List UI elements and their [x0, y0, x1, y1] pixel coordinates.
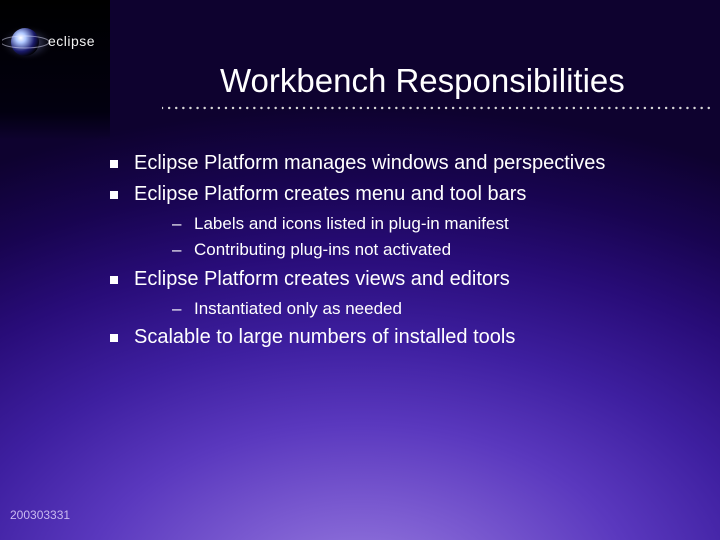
- title-divider: [162, 105, 710, 111]
- bullet-item: Eclipse Platform manages windows and per…: [100, 150, 690, 177]
- bullet-text: Eclipse Platform manages windows and per…: [134, 152, 605, 174]
- bullet-text: Eclipse Platform creates menu and tool b…: [134, 183, 526, 205]
- sub-bullet-item: Labels and icons listed in plug-in manif…: [134, 212, 690, 236]
- bullet-item: Eclipse Platform creates menu and tool b…: [100, 181, 690, 262]
- logo-text: eclipse: [48, 33, 95, 49]
- bullet-item: Eclipse Platform creates views and edito…: [100, 266, 690, 321]
- bullet-item: Scalable to large numbers of installed t…: [100, 324, 690, 351]
- sub-bullet-item: Instantiated only as needed: [134, 297, 690, 321]
- sub-bullet-item: Contributing plug-ins not activated: [134, 238, 690, 262]
- footer-id: 200303331: [10, 508, 70, 522]
- slide-title: Workbench Responsibilities: [220, 62, 625, 100]
- bullet-text: Scalable to large numbers of installed t…: [134, 326, 515, 348]
- slide: eclipse Workbench Responsibilities Eclip…: [0, 0, 720, 540]
- slide-body: Eclipse Platform manages windows and per…: [100, 150, 690, 355]
- bullet-text: Eclipse Platform creates views and edito…: [134, 268, 510, 290]
